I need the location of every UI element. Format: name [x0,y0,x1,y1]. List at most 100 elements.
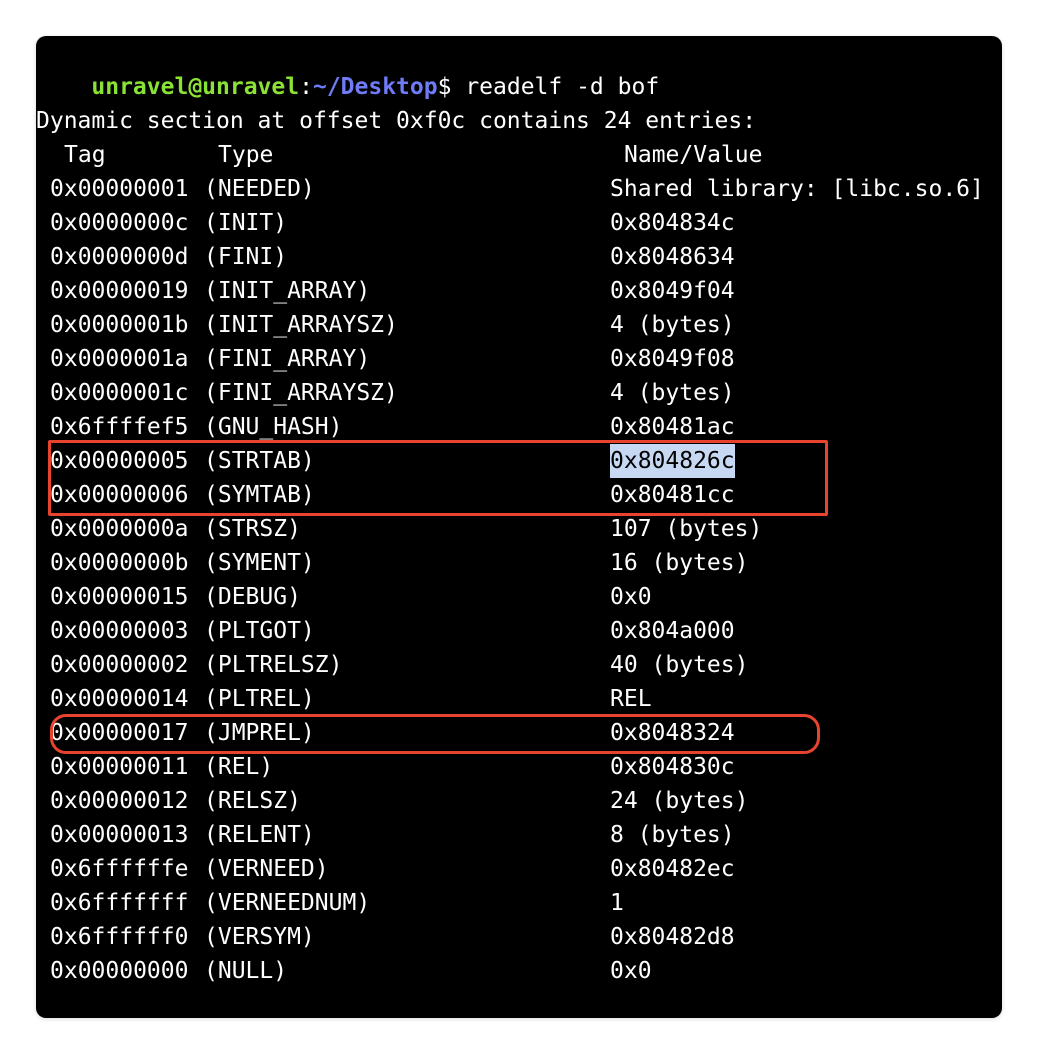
table-row: 0x00000001 (NEEDED) Shared library: [libc.… [36,172,1002,206]
entry-value: 0x804826c [610,444,735,478]
table-row: 0x0000001c (FINI_ARRAYSZ) 4 (bytes) [36,376,1002,410]
prompt-line: unravel@unravel:~/Desktop$ readelf -d bo… [36,36,659,100]
entry-value: 0x804a000 [610,618,735,644]
entry-tag: 0x0000000b [50,550,189,576]
entry-type: (VERNEED) [204,856,329,882]
entry-type: (VERSYM) [204,924,315,950]
terminal-window[interactable]: unravel@unravel:~/Desktop$ readelf -d bo… [36,36,1002,1018]
entry-value: 107 (bytes) [610,516,763,542]
prompt-user-host: unravel@unravel [91,74,300,100]
entry-tag: 0x0000001a [50,346,189,372]
entry-tag: 0x6ffffef5 [50,414,189,440]
dynamic-section-summary: Dynamic section at offset 0xf0c contains… [36,108,757,134]
entry-value: 4 (bytes) [610,380,735,406]
entry-value: 0x8049f04 [610,278,735,304]
entry-value: 0x8048324 [610,720,735,746]
table-row: 0x00000000 (NULL) 0x0 [36,954,1002,988]
table-row: 0x00000011 (REL) 0x804830c [36,750,1002,784]
entry-type: (INIT_ARRAY) [204,278,371,304]
entry-tag: 0x0000000c [50,210,189,236]
header-name-value: Name/Value [624,142,763,168]
entry-type: (SYMENT) [204,550,315,576]
entry-value: 0x804834c [610,210,735,236]
entry-type: (NULL) [204,958,288,984]
entry-value: 0x8049f08 [610,346,735,372]
entry-tag: 0x00000013 [50,822,189,848]
entry-type: (RELENT) [204,822,315,848]
entry-tag: 0x00000014 [50,686,189,712]
entry-value: 0x804830c [610,754,735,780]
entry-value: 4 (bytes) [610,312,735,338]
entry-tag: 0x6ffffff0 [50,924,189,950]
entry-type: (FINI_ARRAY) [204,346,371,372]
entry-value: 8 (bytes) [610,822,735,848]
header-type: Type [218,142,274,168]
entry-tag: 0x6fffffff [50,890,189,916]
entry-tag: 0x00000003 [50,618,189,644]
entry-type: (FINI) [204,244,288,270]
entry-value: 0x80481cc [610,482,735,508]
table-row: 0x6ffffffe (VERNEED) 0x80482ec [36,852,1002,886]
table-row: 0x0000001a (FINI_ARRAY) 0x8049f08 [36,342,1002,376]
table-row: 0x00000012 (RELSZ) 24 (bytes) [36,784,1002,818]
entry-type: (JMPREL) [204,720,315,746]
entry-type: (PLTGOT) [204,618,315,644]
prompt-line-current[interactable]: unravel@unravel:~/Desktop$ [36,988,472,1018]
entry-type: (DEBUG) [204,584,301,610]
table-row: 0x00000019 (INIT_ARRAY) 0x8049f04 [36,274,1002,308]
entry-type: (STRTAB) [204,448,315,474]
entry-type: (REL) [204,754,274,780]
entry-value: 16 (bytes) [610,550,749,576]
prompt-separator: : [299,74,313,100]
table-row: 0x6ffffff0 (VERSYM) 0x80482d8 [36,920,1002,954]
entry-value: 0x80481ac [610,414,735,440]
entry-tag: 0x00000000 [50,958,189,984]
entry-tag: 0x00000005 [50,448,189,474]
entry-tag: 0x00000015 [50,584,189,610]
entry-tag: 0x00000017 [50,720,189,746]
table-row: 0x00000002 (PLTRELSZ) 40 (bytes) [36,648,1002,682]
table-row: 0x00000017 (JMPREL) 0x8048324 [36,716,1002,750]
entry-type: (VERNEEDNUM) [204,890,371,916]
entry-value: 0x80482ec [610,856,735,882]
entry-tag: 0x00000011 [50,754,189,780]
table-row: 0x00000006 (SYMTAB) 0x80481cc [36,478,1002,512]
entry-type: (SYMTAB) [204,482,315,508]
table-row: 0x0000000d (FINI) 0x8048634 [36,240,1002,274]
table-row: 0x0000000b (SYMENT) 16 (bytes) [36,546,1002,580]
prompt-path: ~/Desktop [312,74,438,100]
entry-type: (FINI_ARRAYSZ) [204,380,398,406]
table-row: 0x00000003 (PLTGOT) 0x804a000 [36,614,1002,648]
entry-value: 40 (bytes) [610,652,749,678]
table-row: 0x0000001b (INIT_ARRAYSZ) 4 (bytes) [36,308,1002,342]
entry-tag: 0x00000006 [50,482,189,508]
prompt-symbol: $ [437,74,452,100]
entry-value: 1 [610,890,624,916]
table-row: 0x0000000c (INIT) 0x804834c [36,206,1002,240]
entry-tag: 0x00000001 [50,176,189,202]
entry-value: Shared library: [libc.so.6] [610,176,984,202]
entry-tag: 0x00000012 [50,788,189,814]
entry-type: (NEEDED) [204,176,315,202]
table-row: 0x00000015 (DEBUG) 0x0 [36,580,1002,614]
entry-tag: 0x00000019 [50,278,189,304]
entry-tag: 0x00000002 [50,652,189,678]
table-row: 0x00000005 (STRTAB) 0x804826c [36,444,1002,478]
entry-tag: 0x0000000d [50,244,189,270]
entry-value: 0x0 [610,584,652,610]
entry-type: (INIT) [204,210,288,236]
entry-type: (RELSZ) [204,788,301,814]
entry-value: REL [610,686,652,712]
table-row: 0x00000013 (RELENT) 8 (bytes) [36,818,1002,852]
header-tag: Tag [64,142,106,168]
entry-value: 0x8048634 [610,244,735,270]
table-row: 0x6fffffff (VERNEEDNUM) 1 [36,886,1002,920]
entry-value: 0x80482d8 [610,924,735,950]
table-row: 0x0000000a (STRSZ) 107 (bytes) [36,512,1002,546]
entry-type: (STRSZ) [204,516,301,542]
table-header-row: Tag Type Name/Value [36,138,1002,172]
entry-tag: 0x0000001c [50,380,189,406]
entry-type: (GNU_HASH) [204,414,343,440]
entry-tag: 0x6ffffffe [50,856,189,882]
entry-type: (INIT_ARRAYSZ) [204,312,398,338]
